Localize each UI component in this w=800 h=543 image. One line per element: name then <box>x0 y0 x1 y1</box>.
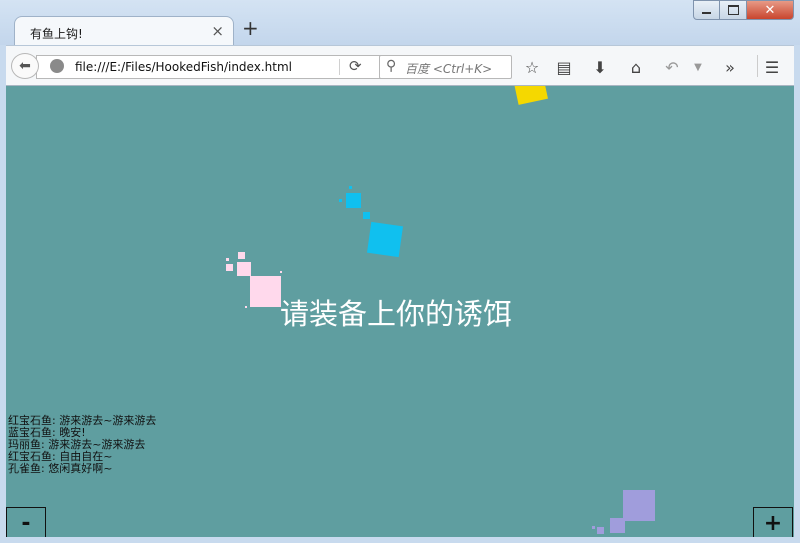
log-line: 孔雀鱼: 悠闲真好啊~ <box>8 462 113 475</box>
download-icon[interactable]: ⬇ <box>588 55 612 79</box>
reload-icon[interactable]: ⟳ <box>349 57 362 75</box>
globe-icon <box>50 59 64 73</box>
back-arrow-icon: ⬅ <box>19 58 31 74</box>
minimize-button[interactable] <box>693 0 720 20</box>
window-border <box>794 45 800 543</box>
yellow-fish <box>514 86 548 105</box>
zoom-out-button[interactable]: - <box>6 507 46 537</box>
browser-tab[interactable]: 有鱼上钩! × <box>14 16 234 46</box>
toolbar-divider <box>757 55 758 77</box>
blue-fish-segment <box>346 193 361 208</box>
blue-fish-segment <box>363 212 370 219</box>
game-canvas[interactable]: 请装备上你的诱饵 红宝石鱼: 游来游去~游来游去 蓝宝石鱼: 晚安! 玛丽鱼: … <box>6 86 794 537</box>
purple-fish-body <box>623 490 655 521</box>
undo-icon[interactable]: ↶ <box>660 55 684 79</box>
fish-chat-log: 红宝石鱼: 游来游去~游来游去 蓝宝石鱼: 晚安! 玛丽鱼: 游来游去~游来游去… <box>8 415 156 475</box>
purple-fish-segment <box>597 527 604 534</box>
pink-fish-bubble <box>280 271 282 273</box>
search-placeholder: 百度 <Ctrl+K> <box>405 62 493 76</box>
back-button[interactable]: ⬅ <box>11 53 39 79</box>
pink-fish-bubble <box>226 258 229 261</box>
tab-strip: 有鱼上钩! × + ✕ <box>0 0 800 46</box>
pink-fish-segment <box>237 262 251 276</box>
search-icon: ⚲ <box>386 58 397 74</box>
tab-title: 有鱼上钩! <box>30 27 83 41</box>
bait-hint-text: 请装备上你的诱饵 <box>280 297 513 331</box>
url-divider <box>339 59 340 75</box>
bookmark-star-icon[interactable]: ☆ <box>520 55 544 79</box>
navigation-bar: file:///E:/Files/HookedFish/index.html ⟳… <box>6 45 794 86</box>
purple-fish-segment <box>610 518 625 533</box>
new-tab-button[interactable]: + <box>242 18 259 38</box>
maximize-button[interactable] <box>719 0 747 20</box>
hamburger-menu-icon[interactable]: ☰ <box>760 55 784 79</box>
window-close-button[interactable]: ✕ <box>746 0 794 20</box>
search-box[interactable]: ⚲ 百度 <Ctrl+K> <box>379 55 512 79</box>
pink-fish-bubble <box>245 306 247 308</box>
maximize-icon <box>727 5 739 15</box>
blue-fish-bubble <box>349 186 352 189</box>
browser-window: 有鱼上钩! × + ✕ file:///E:/Files/HookedFish/… <box>0 0 800 543</box>
url-text[interactable]: file:///E:/Files/HookedFish/index.html <box>75 60 292 74</box>
blue-fish-body <box>366 221 404 258</box>
pink-fish-segment <box>238 252 245 259</box>
reading-list-icon[interactable]: ▤ <box>552 55 576 79</box>
tab-close-icon[interactable]: × <box>211 22 224 40</box>
url-bar[interactable]: file:///E:/Files/HookedFish/index.html ⟳ <box>36 55 386 79</box>
overflow-menu-icon[interactable]: » <box>718 55 742 79</box>
home-icon[interactable]: ⌂ <box>624 55 648 79</box>
blue-fish-bubble <box>339 199 342 202</box>
pink-fish-segment <box>226 264 233 271</box>
pink-fish-body <box>250 276 281 307</box>
zoom-in-button[interactable]: + <box>753 507 793 537</box>
undo-dropdown-icon[interactable]: ▼ <box>686 55 710 79</box>
purple-fish-bubble <box>592 526 595 529</box>
minimize-icon <box>702 12 711 14</box>
